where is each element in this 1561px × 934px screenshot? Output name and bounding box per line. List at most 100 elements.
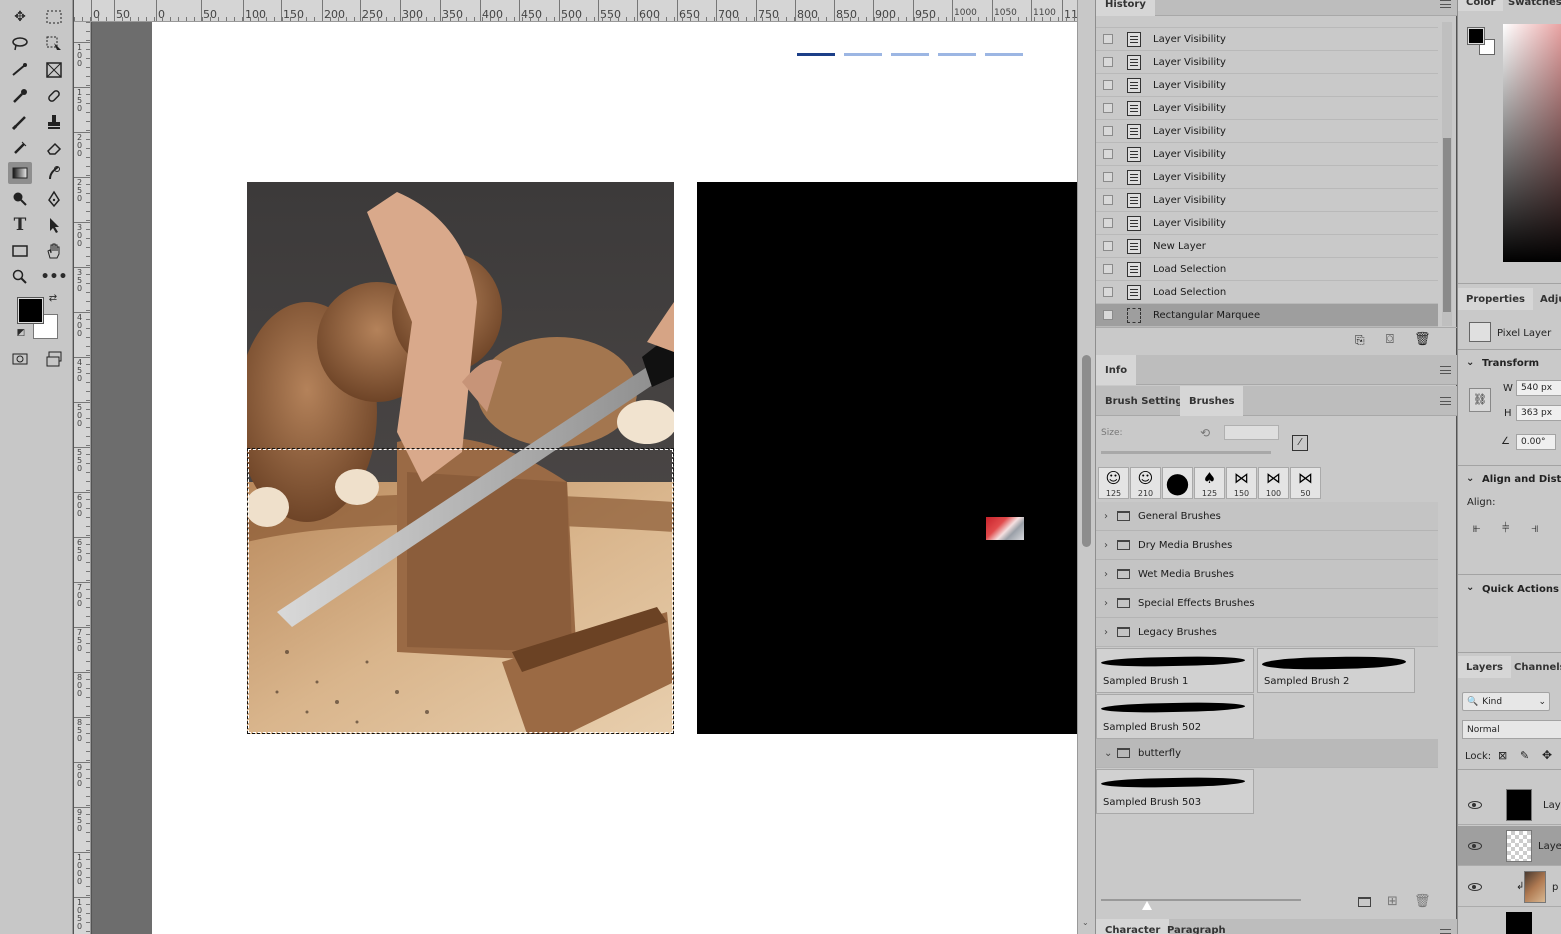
delete-state-trash-icon[interactable]: 🗑: [1414, 332, 1431, 347]
eraser-tool-icon[interactable]: [42, 137, 66, 159]
new-brush-icon[interactable]: ⊞: [1387, 894, 1398, 909]
healing-brush-tool-icon[interactable]: [42, 85, 66, 107]
color-panel-foreground-swatch[interactable]: [1467, 27, 1485, 45]
history-state-item[interactable]: Load Selection: [1096, 258, 1438, 281]
dodge-tool-icon[interactable]: [8, 188, 32, 210]
quick-mask-icon[interactable]: [8, 348, 32, 370]
quick-actions-title[interactable]: Quick Actions: [1482, 584, 1559, 595]
eye-icon[interactable]: [1468, 883, 1482, 891]
eye-icon[interactable]: [1468, 801, 1482, 809]
smudge-tool-icon[interactable]: [42, 162, 66, 184]
lasso-tool-icon[interactable]: [8, 33, 32, 55]
link-dimensions-icon[interactable]: ⛓: [1469, 388, 1491, 412]
clone-stamp-tool-icon[interactable]: [42, 111, 66, 133]
brush-group-butterfly[interactable]: ⌄ butterfly: [1096, 739, 1438, 768]
brushes-menu-icon[interactable]: [1440, 397, 1451, 405]
layer-filter-kind[interactable]: 🔍 Kind ⌄: [1462, 692, 1550, 711]
history-state-item[interactable]: Layer Visibility: [1096, 28, 1438, 51]
brush-preview-size-slider[interactable]: [1101, 899, 1301, 901]
history-source-checkbox[interactable]: [1103, 195, 1113, 205]
brush-tip-preset[interactable]: ●: [1162, 467, 1193, 499]
chevron-down-icon[interactable]: ⌄: [1466, 473, 1474, 484]
angle-input[interactable]: 0.00°: [1516, 434, 1556, 450]
eye-icon[interactable]: [1468, 842, 1482, 850]
brush-folder[interactable]: › Dry Media Brushes: [1096, 531, 1438, 560]
rectangular-marquee-tool-icon[interactable]: [42, 6, 66, 28]
tab-history[interactable]: History: [1096, 0, 1155, 16]
history-state-item[interactable]: Layer Visibility: [1096, 166, 1438, 189]
history-source-checkbox[interactable]: [1103, 172, 1113, 182]
history-source-checkbox[interactable]: [1103, 34, 1113, 44]
history-source-checkbox[interactable]: [1103, 80, 1113, 90]
align-right-icon[interactable]: ⫣: [1531, 521, 1539, 536]
tab-layers[interactable]: Layers: [1458, 656, 1511, 678]
history-source-checkbox[interactable]: [1103, 264, 1113, 274]
history-state-item[interactable]: Layer Visibility: [1096, 97, 1438, 120]
gradient-tool-icon[interactable]: [8, 162, 32, 184]
snapshot-camera-icon[interactable]: ⌼: [1386, 332, 1394, 347]
history-scroll-thumb[interactable]: [1443, 138, 1451, 312]
blend-mode-select[interactable]: Normal: [1462, 720, 1561, 739]
brush-tip-preset[interactable]: ♠ 125: [1194, 467, 1225, 499]
character-menu-icon[interactable]: [1440, 929, 1451, 934]
brush-tip-preset[interactable]: ⋈ 150: [1226, 467, 1257, 499]
tab-swatches[interactable]: Swatches: [1500, 0, 1561, 11]
color-picker-field[interactable]: [1503, 24, 1561, 262]
tab-channels[interactable]: Channels: [1506, 656, 1561, 678]
brush-tool-icon[interactable]: [8, 111, 32, 133]
history-menu-icon[interactable]: [1440, 0, 1451, 8]
brush-tip-preset[interactable]: ☺ 125: [1098, 467, 1129, 499]
history-state-item[interactable]: Load Selection: [1096, 281, 1438, 304]
reset-size-icon[interactable]: ⟲: [1200, 426, 1210, 440]
new-group-folder-icon[interactable]: [1358, 897, 1371, 907]
history-scrollbar[interactable]: [1442, 22, 1452, 326]
eyedropper-tool-icon[interactable]: [8, 85, 32, 107]
tab-properties[interactable]: Properties: [1458, 288, 1533, 310]
create-brush-icon[interactable]: ⁄: [1292, 435, 1308, 451]
zoom-tool-icon[interactable]: [8, 266, 32, 288]
move-tool-icon[interactable]: ✥: [8, 6, 32, 28]
brush-tip-preset[interactable]: ☺ 210: [1130, 467, 1161, 499]
sampled-brush-502[interactable]: Sampled Brush 502: [1096, 694, 1254, 739]
history-source-checkbox[interactable]: [1103, 126, 1113, 136]
history-state-item[interactable]: Layer Visibility: [1096, 212, 1438, 235]
history-source-checkbox[interactable]: [1103, 287, 1113, 297]
tab-info[interactable]: Info: [1096, 355, 1137, 385]
chevron-down-icon[interactable]: ⌄: [1466, 582, 1474, 593]
history-state-item[interactable]: Layer Visibility: [1096, 74, 1438, 97]
screen-mode-icon[interactable]: [42, 348, 66, 370]
info-menu-icon[interactable]: [1440, 366, 1451, 374]
width-input[interactable]: 540 px: [1516, 380, 1561, 396]
tab-paragraph[interactable]: Paragraph: [1158, 919, 1235, 934]
pen-tool-icon[interactable]: [42, 188, 66, 210]
sampled-brush-1[interactable]: Sampled Brush 1: [1096, 648, 1254, 693]
type-tool-icon[interactable]: T: [8, 214, 32, 236]
object-selection-tool-icon[interactable]: [42, 33, 66, 55]
swap-colors-icon[interactable]: ⇄: [46, 292, 60, 306]
delete-brush-trash-icon[interactable]: 🗑: [1414, 894, 1431, 909]
rectangular-marquee-selection[interactable]: [247, 448, 674, 734]
align-left-icon[interactable]: ⫦: [1473, 521, 1480, 536]
new-document-from-state-icon[interactable]: ⎘: [1355, 333, 1365, 348]
history-state-item[interactable]: Layer Visibility: [1096, 51, 1438, 74]
brush-tip-preset[interactable]: ⋈ 50: [1290, 467, 1321, 499]
brush-folder[interactable]: › Special Effects Brushes: [1096, 589, 1438, 618]
default-colors-icon[interactable]: ◩: [14, 326, 28, 340]
tab-brushes[interactable]: Brushes: [1180, 386, 1244, 416]
history-source-checkbox[interactable]: [1103, 310, 1113, 320]
brush-tip-preset[interactable]: ⋈ 100: [1258, 467, 1289, 499]
pen-path-tool-icon[interactable]: [8, 59, 32, 81]
sampled-brush-2[interactable]: Sampled Brush 2: [1257, 648, 1415, 693]
more-tools-icon[interactable]: •••: [41, 266, 68, 288]
history-state-item[interactable]: Layer Visibility: [1096, 120, 1438, 143]
tab-color[interactable]: Color: [1458, 0, 1504, 11]
foreground-color-swatch[interactable]: [17, 297, 44, 324]
canvas-vertical-scrollbar[interactable]: ⌄: [1077, 0, 1095, 934]
lock-transparency-icon[interactable]: ⊠: [1498, 749, 1507, 762]
history-state-item[interactable]: Layer Visibility: [1096, 143, 1438, 166]
small-image-element[interactable]: [986, 517, 1024, 540]
transform-section-title[interactable]: Transform: [1482, 358, 1539, 369]
history-source-checkbox[interactable]: [1103, 57, 1113, 67]
history-state-item[interactable]: New Layer: [1096, 235, 1438, 258]
brush-size-slider[interactable]: [1101, 451, 1271, 454]
